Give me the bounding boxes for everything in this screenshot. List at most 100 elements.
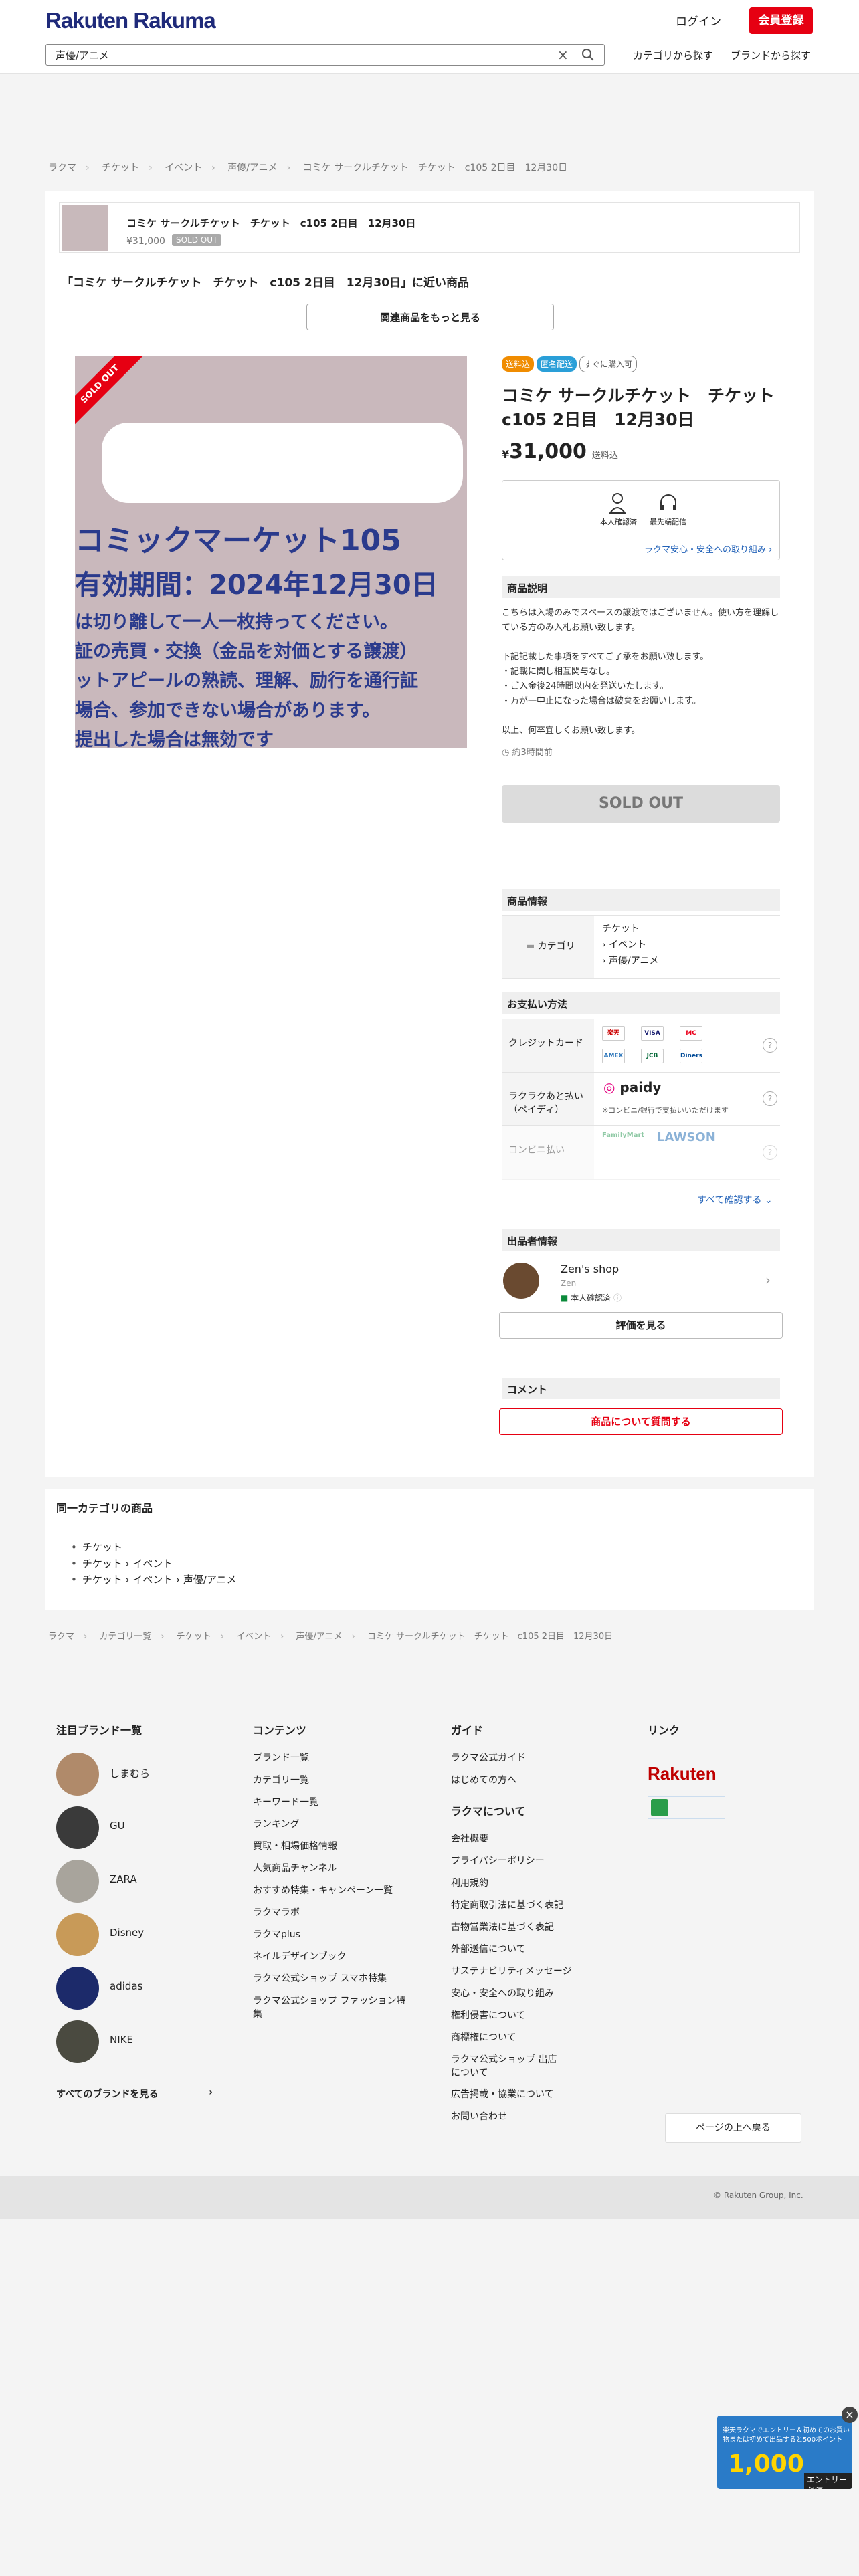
footer-link[interactable]: サステナビリティメッセージ [451, 1961, 611, 1983]
seller-verified: ■ 本人確認済 ⓘ [561, 1293, 622, 1303]
footer-link[interactable]: ラクマplus [253, 1924, 413, 1946]
footer-link[interactable]: 買取・相場価格情報 [253, 1836, 413, 1858]
more-related-button[interactable]: 関連商品をもっと見る [306, 304, 554, 330]
breadcrumb-item[interactable]: チケット [102, 163, 139, 173]
footer-link[interactable]: ラクマ公式ガイド [451, 1747, 611, 1769]
all-brands-link[interactable]: すべてのブランドを見る › [56, 2087, 217, 2101]
footer-link[interactable]: 権利侵害について [451, 2005, 611, 2027]
ask-question-button[interactable]: 商品について質問する [499, 1408, 783, 1435]
footer-link[interactable]: 会社概要 [451, 1828, 611, 1850]
breadcrumb-item[interactable]: チケット [177, 1632, 211, 1642]
mini-price: ¥31,000 [126, 236, 165, 247]
product-description: こちらは入場のみでスペースの譲渡ではございません。使い方を理解している方のみ入札… [502, 608, 779, 736]
search-icon[interactable] [581, 48, 595, 62]
brand-item[interactable]: Disney [56, 1908, 217, 1961]
brand-item[interactable]: GU [56, 1801, 217, 1854]
nav-brand-link[interactable]: ブランドから探す [731, 48, 811, 62]
diners-icon: Diners [680, 1049, 702, 1063]
product-title: コミケ サークルチケット チケット c105 2日目 12月30日 [502, 386, 791, 429]
footer-heading: ガイド [451, 1721, 611, 1743]
clear-icon[interactable]: × [557, 47, 569, 63]
rakuma-logo[interactable]: Rakuten Rakuma [45, 8, 216, 33]
same-category-heading: 同一カテゴリの商品 [56, 1502, 153, 1515]
brand-item[interactable]: ZARA [56, 1854, 217, 1908]
footer-guide-list: ラクマ公式ガイド はじめての方へ [451, 1747, 611, 1792]
site-header: Rakuten Rakuma ログイン 会員登録 声優/アニメ × カテゴリから… [0, 0, 859, 74]
breadcrumb-item[interactable]: 声優/アニメ [227, 163, 277, 173]
payment-row-credit[interactable]: クレジットカード 楽天 VISA MC AMEX JCB Diners ? [502, 1019, 780, 1073]
mini-status-badge: SOLD OUT [172, 234, 222, 246]
footer-link[interactable]: プライバシーポリシー [451, 1850, 611, 1872]
footer-link[interactable]: ランキング [253, 1814, 413, 1836]
mini-thumbnail [62, 205, 108, 251]
category-link[interactable]: › イベント [602, 937, 659, 953]
footer-link[interactable]: 商標権について [451, 2027, 611, 2049]
footer-link[interactable]: 人気商品チャンネル [253, 1858, 413, 1880]
footer-link[interactable]: 利用規約 [451, 1872, 611, 1895]
footer-link[interactable]: 外部送信について [451, 1939, 611, 1961]
footer-link[interactable]: お問い合わせ [451, 2106, 611, 2128]
footer-link[interactable]: ラクマラボ [253, 1902, 413, 1924]
verified-icon: ■ [561, 1293, 569, 1303]
photo-redaction [102, 423, 463, 503]
breadcrumb-item[interactable]: イベント [165, 163, 202, 173]
breadcrumb-item[interactable]: 声優/アニメ [296, 1632, 342, 1642]
list-item[interactable]: チケット › イベント › 声優/アニメ [71, 1572, 237, 1588]
list-item[interactable]: チケット › イベント [71, 1555, 237, 1572]
breadcrumb-current: コミケ サークルチケット チケット c105 2日目 12月30日 [367, 1632, 613, 1642]
privacy-mark-badge[interactable] [648, 1796, 725, 1819]
brand-item[interactable]: NIKE [56, 2015, 217, 2068]
brand-item[interactable]: adidas [56, 1961, 217, 2015]
rakuten-logo-link[interactable]: Rakuten [648, 1763, 808, 1784]
footer-link[interactable]: 安心・安全への取り組み [451, 1983, 611, 2005]
breadcrumb-item[interactable]: ラクマ [48, 163, 76, 173]
payment-row-conveni[interactable]: コンビニ払い FamilyMart LAWSON ? [502, 1126, 780, 1180]
footer-link[interactable]: ラクマ公式ショップ 出店について [451, 2049, 611, 2084]
footer-link[interactable]: カテゴリ一覧 [253, 1769, 413, 1792]
footer-link[interactable]: 特定商取引法に基づく表記 [451, 1895, 611, 1917]
search-input[interactable]: 声優/アニメ × [45, 44, 605, 66]
footer-link[interactable]: ラクマ公式ショップ ファッション特集 [253, 1990, 413, 2021]
seller-card[interactable]: Zen's shop Zen ■ 本人確認済 ⓘ › [502, 1259, 780, 1304]
list-item[interactable]: チケット [71, 1539, 237, 1555]
breadcrumb-item[interactable]: カテゴリ一覧 [99, 1632, 151, 1642]
privacy-mark-icon [651, 1799, 668, 1816]
login-link[interactable]: ログイン [676, 12, 721, 29]
item-info-heading: 商品情報 [502, 889, 780, 911]
category-values: チケット › イベント › 声優/アニメ [602, 921, 659, 969]
footer-link[interactable]: キーワード一覧 [253, 1792, 413, 1814]
footer-link[interactable]: ブランド一覧 [253, 1747, 413, 1769]
tag-anonymous: 匿名配送 [537, 356, 577, 372]
footer-link[interactable]: ネイルデザインブック [253, 1946, 413, 1968]
help-icon[interactable]: ? [763, 1145, 777, 1160]
payment-row-paidy[interactable]: ラクラクあと払い（ペイディ） ◎ paidy ※コンビニ/銀行で支払いいただけま… [502, 1073, 780, 1126]
category-link[interactable]: › 声優/アニメ [602, 953, 659, 969]
help-icon[interactable]: ? [763, 1091, 777, 1106]
help-icon[interactable]: ? [763, 1038, 777, 1053]
verified-user-icon [608, 493, 626, 514]
brand-item[interactable]: しまむら [56, 1747, 217, 1801]
footer-guide: ガイド ラクマ公式ガイド はじめての方へ ラクマについて 会社概要 プライバシー… [451, 1721, 611, 2128]
see-all-payments-link[interactable]: すべて確認する ⌄ [697, 1193, 773, 1206]
close-icon[interactable]: × [842, 2407, 858, 2423]
mini-product-bar[interactable]: コミケ サークルチケット チケット c105 2日目 12月30日 ¥31,00… [59, 202, 800, 253]
footer-link[interactable]: はじめての方へ [451, 1769, 611, 1792]
photo-text: ットアピールの熟読、理解、励行を通行証 [75, 671, 418, 691]
register-button[interactable]: 会員登録 [749, 7, 813, 34]
breadcrumb-item[interactable]: ラクマ [48, 1632, 74, 1642]
back-to-top-button[interactable]: ページの上へ戻る [665, 2113, 801, 2143]
nav-category-link[interactable]: カテゴリから探す [633, 48, 713, 62]
category-link[interactable]: チケット [602, 921, 659, 937]
promo-banner[interactable]: 楽天ラクマでエントリー＆初めてのお買い物または初めて出品すると500ポイント 1… [717, 2416, 852, 2489]
safety-link[interactable]: ラクマ安心・安全への取り組み › [644, 542, 772, 555]
brand-image [56, 2020, 99, 2063]
footer-link[interactable]: おすすめ特集・キャンペーン一覧 [253, 1880, 413, 1902]
reviews-button[interactable]: 評価を見る [499, 1312, 783, 1339]
footer-link[interactable]: 広告掲載・協業について [451, 2084, 611, 2106]
safety-box: 本人確認済 最先端配信 ラクマ安心・安全への取り組み › [502, 480, 780, 560]
brand-image [56, 1860, 99, 1903]
breadcrumb-item[interactable]: イベント [236, 1632, 271, 1642]
product-photo[interactable]: コミックマーケット105 有効期間：2024年12月30日 は切り離して一人一枚… [75, 356, 467, 748]
footer-link[interactable]: ラクマ公式ショップ スマホ特集 [253, 1968, 413, 1990]
footer-link[interactable]: 古物営業法に基づく表記 [451, 1917, 611, 1939]
